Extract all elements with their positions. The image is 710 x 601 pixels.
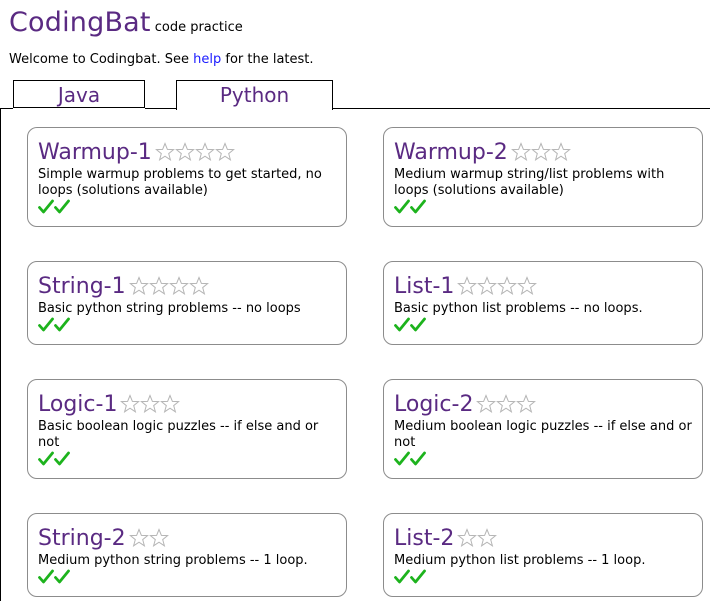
star-icon <box>477 276 498 295</box>
section-description: Simple warmup problems to get started, n… <box>38 167 322 198</box>
star-icon <box>516 394 537 413</box>
section-card-list-1[interactable]: List-1 Basic python list problems -- no … <box>383 261 703 345</box>
section-description: Basic boolean logic puzzles -- if else a… <box>38 419 319 450</box>
completion-checks <box>38 317 336 333</box>
star-icon <box>140 394 161 413</box>
tab-divider-gap <box>145 108 176 109</box>
section-description: Basic python list problems -- no loops. <box>394 301 643 316</box>
difficulty-stars <box>476 394 537 414</box>
star-icon <box>214 142 235 161</box>
section-card-warmup-2[interactable]: Warmup-2 Medium warmup string/list probl… <box>383 127 703 227</box>
check-icon <box>54 199 70 214</box>
section-title[interactable]: List-2 <box>394 526 454 551</box>
star-icon <box>174 142 195 161</box>
star-icon <box>517 276 538 295</box>
brand-tagline: code practice <box>154 20 243 35</box>
check-icon <box>394 199 410 214</box>
section-description: Medium warmup string/list problems with … <box>394 167 665 198</box>
content-left-border <box>0 108 1 601</box>
star-icon <box>128 528 149 547</box>
welcome-prefix: Welcome to Codingbat. See <box>9 52 194 67</box>
star-icon <box>457 276 478 295</box>
difficulty-stars <box>120 394 181 414</box>
star-icon <box>550 142 571 161</box>
section-description: Medium python string problems -- 1 loop. <box>38 553 308 568</box>
welcome-message: Welcome to Codingbat. See help for the l… <box>9 52 314 67</box>
section-title[interactable]: Warmup-2 <box>394 140 508 165</box>
star-icon <box>168 276 189 295</box>
star-icon <box>148 276 169 295</box>
tab-divider-left <box>0 108 13 109</box>
section-description: Medium python list problems -- 1 loop. <box>394 553 646 568</box>
star-icon <box>457 528 478 547</box>
difficulty-stars <box>510 142 571 162</box>
star-icon <box>497 276 518 295</box>
check-icon <box>394 569 410 584</box>
check-icon <box>410 199 426 214</box>
completion-checks <box>38 569 336 585</box>
star-icon <box>148 528 169 547</box>
tab-divider-right <box>333 108 710 109</box>
section-card-string-2[interactable]: String-2 Medium python string problems -… <box>27 513 347 597</box>
difficulty-stars <box>128 528 169 548</box>
section-title[interactable]: Logic-2 <box>394 392 473 417</box>
completion-checks <box>394 451 692 467</box>
completion-checks <box>38 199 336 215</box>
section-card-string-1[interactable]: String-1 Basic python string problems --… <box>27 261 347 345</box>
check-icon <box>54 569 70 584</box>
star-icon <box>510 142 531 161</box>
section-description: Medium boolean logic puzzles -- if else … <box>394 419 692 450</box>
check-icon <box>394 317 410 332</box>
welcome-suffix: for the latest. <box>221 52 314 67</box>
check-icon <box>38 317 54 332</box>
check-icon <box>54 451 70 466</box>
section-card-logic-1[interactable]: Logic-1 Basic boolean logic puzzles -- i… <box>27 379 347 479</box>
check-icon <box>54 317 70 332</box>
section-card-logic-2[interactable]: Logic-2 Medium boolean logic puzzles -- … <box>383 379 703 479</box>
star-icon <box>476 394 497 413</box>
completion-checks <box>394 199 692 215</box>
completion-checks <box>394 317 692 333</box>
star-icon <box>530 142 551 161</box>
star-icon <box>154 142 175 161</box>
check-icon <box>38 199 54 214</box>
difficulty-stars <box>128 276 209 296</box>
check-icon <box>38 451 54 466</box>
star-icon <box>160 394 181 413</box>
section-card-warmup-1[interactable]: Warmup-1 Simple warmup problems to get s… <box>27 127 347 227</box>
star-icon <box>194 142 215 161</box>
star-icon <box>188 276 209 295</box>
check-icon <box>410 317 426 332</box>
check-icon <box>410 451 426 466</box>
tab-java[interactable]: Java <box>13 80 145 108</box>
check-icon <box>410 569 426 584</box>
section-title[interactable]: String-2 <box>38 526 126 551</box>
help-link[interactable]: help <box>193 52 221 67</box>
check-icon <box>38 569 54 584</box>
star-icon <box>496 394 517 413</box>
completion-checks <box>38 451 336 467</box>
difficulty-stars <box>457 276 538 296</box>
star-icon <box>477 528 498 547</box>
star-icon <box>128 276 149 295</box>
tab-python[interactable]: Python <box>176 80 333 110</box>
brand-name[interactable]: CodingBat <box>9 7 151 38</box>
check-icon <box>394 451 410 466</box>
star-icon <box>120 394 141 413</box>
section-card-list-2[interactable]: List-2 Medium python list problems -- 1 … <box>383 513 703 597</box>
section-description: Basic python string problems -- no loops <box>38 301 301 316</box>
completion-checks <box>394 569 692 585</box>
section-title[interactable]: String-1 <box>38 274 126 299</box>
site-logo[interactable]: CodingBat code practice <box>9 7 243 38</box>
language-tabs: Java Python <box>0 80 710 110</box>
section-title[interactable]: List-1 <box>394 274 454 299</box>
section-title[interactable]: Warmup-1 <box>38 140 152 165</box>
section-title[interactable]: Logic-1 <box>38 392 117 417</box>
difficulty-stars <box>154 142 235 162</box>
difficulty-stars <box>457 528 498 548</box>
